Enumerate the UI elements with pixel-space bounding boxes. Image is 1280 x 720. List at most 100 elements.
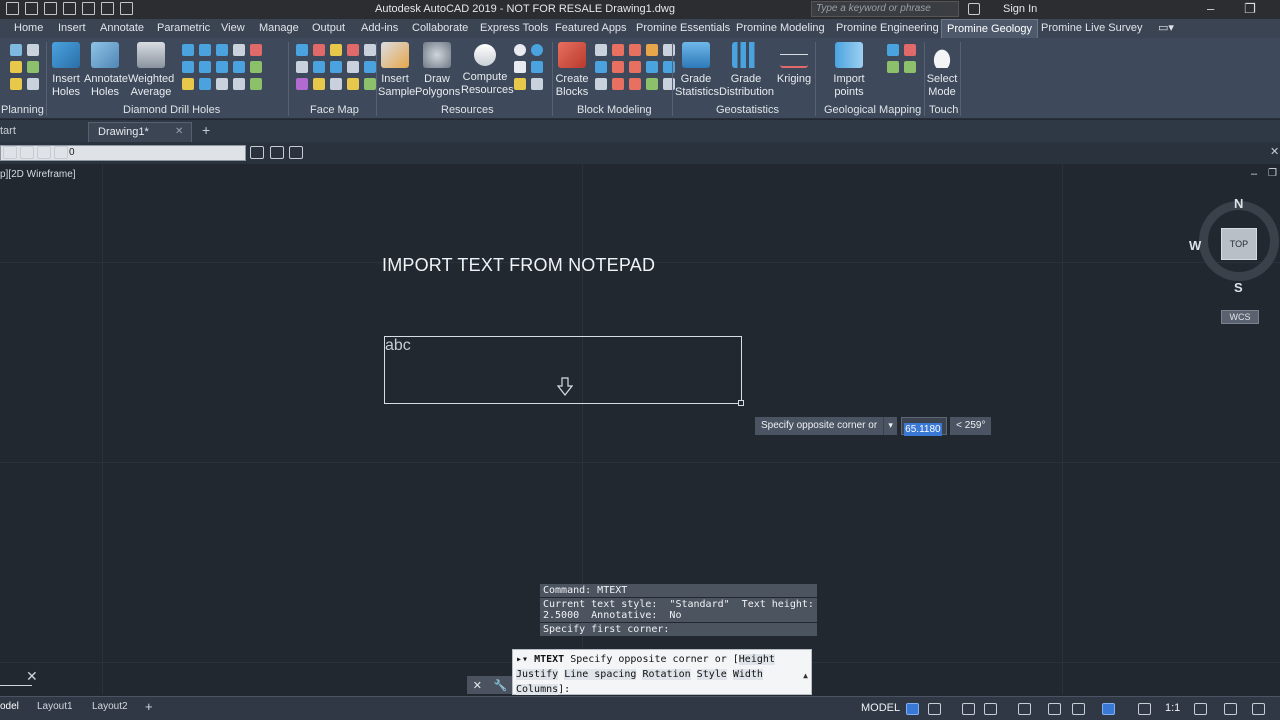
- dynamic-input-value[interactable]: 65.1180: [901, 417, 948, 436]
- tool-icon[interactable]: [531, 44, 543, 56]
- layout-tab-model[interactable]: odel: [0, 701, 19, 712]
- maximize-icon[interactable]: ❐: [1244, 1, 1256, 17]
- compass-south[interactable]: S: [1234, 280, 1243, 295]
- plus-icon[interactable]: [1224, 703, 1237, 715]
- undo-icon[interactable]: [101, 2, 114, 15]
- tool-icon[interactable]: [216, 61, 228, 73]
- mtext-boundary-box[interactable]: abc: [384, 336, 744, 406]
- tool-icon[interactable]: [595, 44, 607, 56]
- tab-featured-apps[interactable]: Featured Apps: [555, 22, 627, 34]
- tab-view[interactable]: View: [221, 22, 245, 34]
- viewport-controls[interactable]: p][2D Wireframe]: [0, 169, 76, 180]
- snap-icon[interactable]: [928, 703, 941, 715]
- compass-west[interactable]: W: [1189, 238, 1201, 253]
- redo-icon[interactable]: [120, 2, 133, 15]
- tab-parametric[interactable]: Parametric: [157, 22, 210, 34]
- insert-holes-button[interactable]: Insert Holes: [50, 42, 82, 99]
- tab-output[interactable]: Output: [312, 22, 345, 34]
- history-expand-icon[interactable]: ▲: [803, 668, 808, 683]
- tool-icon[interactable]: [612, 44, 624, 56]
- tool-icon[interactable]: [347, 78, 359, 90]
- annotation-scale-icon[interactable]: [1138, 703, 1151, 715]
- tab-annotate[interactable]: Annotate: [100, 22, 144, 34]
- tool-icon[interactable]: [216, 78, 228, 90]
- tool-icon[interactable]: [10, 61, 22, 73]
- tab-promine-live-survey[interactable]: Promine Live Survey: [1041, 22, 1143, 34]
- tool-icon[interactable]: [646, 78, 658, 90]
- new-icon[interactable]: [6, 2, 19, 15]
- tool-icon[interactable]: [313, 78, 325, 90]
- corner-grip[interactable]: [738, 400, 744, 406]
- tool-icon[interactable]: [646, 44, 658, 56]
- tool-icon[interactable]: [629, 61, 641, 73]
- search-input[interactable]: Type a keyword or phrase: [811, 1, 959, 17]
- grid-icon[interactable]: [906, 703, 919, 715]
- option-style[interactable]: Style: [696, 669, 727, 680]
- option-rotation[interactable]: Rotation: [642, 669, 691, 680]
- tool-icon[interactable]: [199, 61, 211, 73]
- option-height[interactable]: Height: [738, 654, 775, 665]
- tab-drawing1[interactable]: Drawing1* ✕: [88, 122, 192, 142]
- draw-polygons-button[interactable]: Draw Polygons: [415, 42, 460, 99]
- tab-promine-engineering[interactable]: Promine Engineering: [836, 22, 939, 34]
- isodraft-icon[interactable]: [1018, 703, 1031, 715]
- tool-icon[interactable]: [663, 44, 675, 56]
- option-width[interactable]: Width: [732, 669, 763, 680]
- tool-icon[interactable]: [250, 44, 262, 56]
- osnap-icon[interactable]: [1048, 703, 1061, 715]
- weighted-average-button[interactable]: Weighted Average: [128, 42, 174, 99]
- insert-sample-button[interactable]: Insert Sample: [378, 42, 415, 99]
- grade-distribution-button[interactable]: Grade Distribution: [719, 42, 774, 99]
- tool-icon[interactable]: [182, 78, 194, 90]
- tool-icon[interactable]: [531, 61, 543, 73]
- annotation-visibility-icon[interactable]: [1102, 703, 1115, 715]
- customization-icon[interactable]: [1252, 703, 1265, 715]
- tool-icon[interactable]: [233, 44, 245, 56]
- tab-add-ins[interactable]: Add-ins: [361, 22, 398, 34]
- tab-promine-modeling[interactable]: Promine Modeling: [736, 22, 825, 34]
- tool-icon[interactable]: [514, 78, 526, 90]
- tab-start[interactable]: tart: [0, 125, 16, 137]
- drawing-title-text[interactable]: IMPORT TEXT FROM NOTEPAD: [382, 255, 655, 276]
- tool-icon[interactable]: [887, 44, 899, 56]
- tool-icon[interactable]: [330, 44, 342, 56]
- tool-icon[interactable]: [531, 78, 543, 90]
- layout-tab-layout2[interactable]: Layout2: [92, 701, 128, 712]
- viewport-restore-icon[interactable]: ❐: [1268, 168, 1277, 179]
- tool-icon[interactable]: [330, 61, 342, 73]
- tool-icon[interactable]: [296, 61, 308, 73]
- ribbon-options-icon[interactable]: ▭▾: [1158, 21, 1174, 34]
- tool-icon[interactable]: [199, 44, 211, 56]
- tab-insert[interactable]: Insert: [58, 22, 86, 34]
- tool-icon[interactable]: [330, 78, 342, 90]
- compass-north[interactable]: N: [1234, 196, 1243, 211]
- tool-icon[interactable]: [663, 61, 675, 73]
- lineweight-icon[interactable]: [1072, 703, 1085, 715]
- compute-resources-button[interactable]: Compute Resources: [461, 42, 514, 97]
- create-blocks-button[interactable]: Create Blocks: [555, 42, 589, 99]
- tool-icon[interactable]: [904, 44, 916, 56]
- user-icon[interactable]: [968, 3, 980, 15]
- grade-statistics-button[interactable]: Grade Statistics: [675, 42, 719, 99]
- tool-icon[interactable]: [646, 61, 658, 73]
- wrench-icon[interactable]: 🔧: [494, 679, 508, 692]
- tool-icon[interactable]: [182, 44, 194, 56]
- layer-previous-icon[interactable]: [289, 146, 303, 159]
- tab-home[interactable]: Home: [14, 22, 43, 34]
- close-icon[interactable]: ✕: [175, 126, 183, 137]
- tool-icon[interactable]: [10, 78, 22, 90]
- tool-icon[interactable]: [595, 78, 607, 90]
- import-points-button[interactable]: Import points: [818, 42, 880, 99]
- wcs-menu[interactable]: WCS: [1221, 310, 1259, 324]
- tool-icon[interactable]: [250, 78, 262, 90]
- command-line[interactable]: ▸▾ MTEXT Specify opposite corner or [Hei…: [512, 649, 812, 695]
- tool-icon[interactable]: [216, 44, 228, 56]
- gear-icon[interactable]: [1194, 703, 1207, 715]
- option-line-spacing[interactable]: Line spacing: [564, 669, 637, 680]
- tool-icon[interactable]: [347, 61, 359, 73]
- tool-icon[interactable]: [364, 61, 376, 73]
- tool-icon[interactable]: [313, 44, 325, 56]
- tool-icon[interactable]: [347, 44, 359, 56]
- tool-icon[interactable]: [612, 78, 624, 90]
- tool-icon[interactable]: [10, 44, 22, 56]
